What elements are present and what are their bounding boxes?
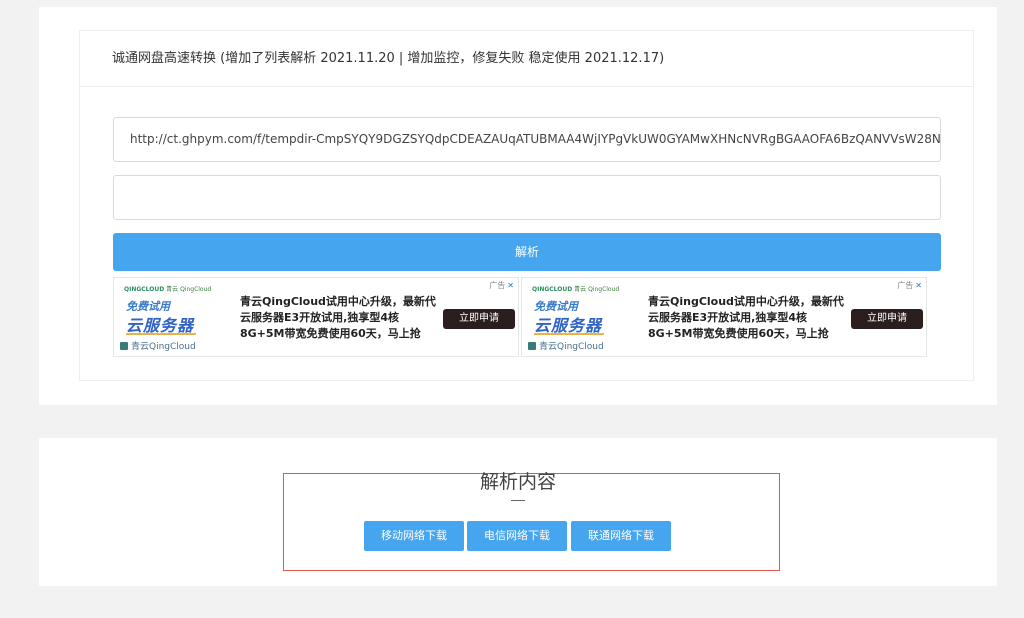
ad-brand: QINGCLOUD 青云 QingCloud [124,286,212,293]
qingcloud-logo-icon [120,342,128,350]
ad-image: QINGCLOUD 青云 QingCloud 免费试用 云服务器 青云QingC… [522,278,630,356]
unicom-download-button[interactable]: 联通网络下载 [571,521,671,551]
ad-logo: 青云QingCloud [528,339,604,352]
ad-text[interactable]: 青云QingCloud试用中心升级，最新代云服务器E3开放试用,独享型4核8G+… [648,294,848,342]
result-card: 解析内容 移动网络下载 电信网络下载 联通网络下载 [39,438,997,586]
url-input[interactable]: http://ct.ghpym.com/f/tempdir-CmpSYQY9DG… [113,117,941,162]
title-divider [511,500,525,501]
ad-image: QINGCLOUD 青云 QingCloud 免费试用 云服务器 青云QingC… [114,278,222,356]
ad-brand: QINGCLOUD 青云 QingCloud [532,286,620,293]
parse-button[interactable]: 解析 [113,233,941,271]
converter-card: 诚通网盘高速转换 (增加了列表解析 2021.11.20 | 增加监控，修复失败… [39,7,997,405]
close-icon[interactable]: ✕ [507,281,514,290]
ad-banner[interactable]: QINGCLOUD 青云 QingCloud 免费试用 云服务器 青云QingC… [113,277,519,357]
ad-label[interactable]: 广告 ✕ [489,280,514,291]
converter-panel: 诚通网盘高速转换 (增加了列表解析 2021.11.20 | 增加监控，修复失败… [79,30,974,381]
telecom-download-button[interactable]: 电信网络下载 [467,521,567,551]
panel-title: 诚通网盘高速转换 (增加了列表解析 2021.11.20 | 增加监控，修复失败… [80,31,973,87]
secondary-input[interactable] [113,175,941,220]
ad-banner[interactable]: QINGCLOUD 青云 QingCloud 免费试用 云服务器 青云QingC… [521,277,927,357]
result-title: 解析内容 [479,471,556,493]
ad-text[interactable]: 青云QingCloud试用中心升级，最新代云服务器E3开放试用,独享型4核8G+… [240,294,440,342]
qingcloud-logo-icon [528,342,536,350]
mobile-download-button[interactable]: 移动网络下载 [364,521,464,551]
ad-underline [126,333,196,335]
ad-underline [534,333,604,335]
ad-apply-button[interactable]: 立即申请 [851,309,923,329]
close-icon[interactable]: ✕ [915,281,922,290]
ad-logo: 青云QingCloud [120,339,196,352]
ad-apply-button[interactable]: 立即申请 [443,309,515,329]
ad-label[interactable]: 广告 ✕ [897,280,922,291]
